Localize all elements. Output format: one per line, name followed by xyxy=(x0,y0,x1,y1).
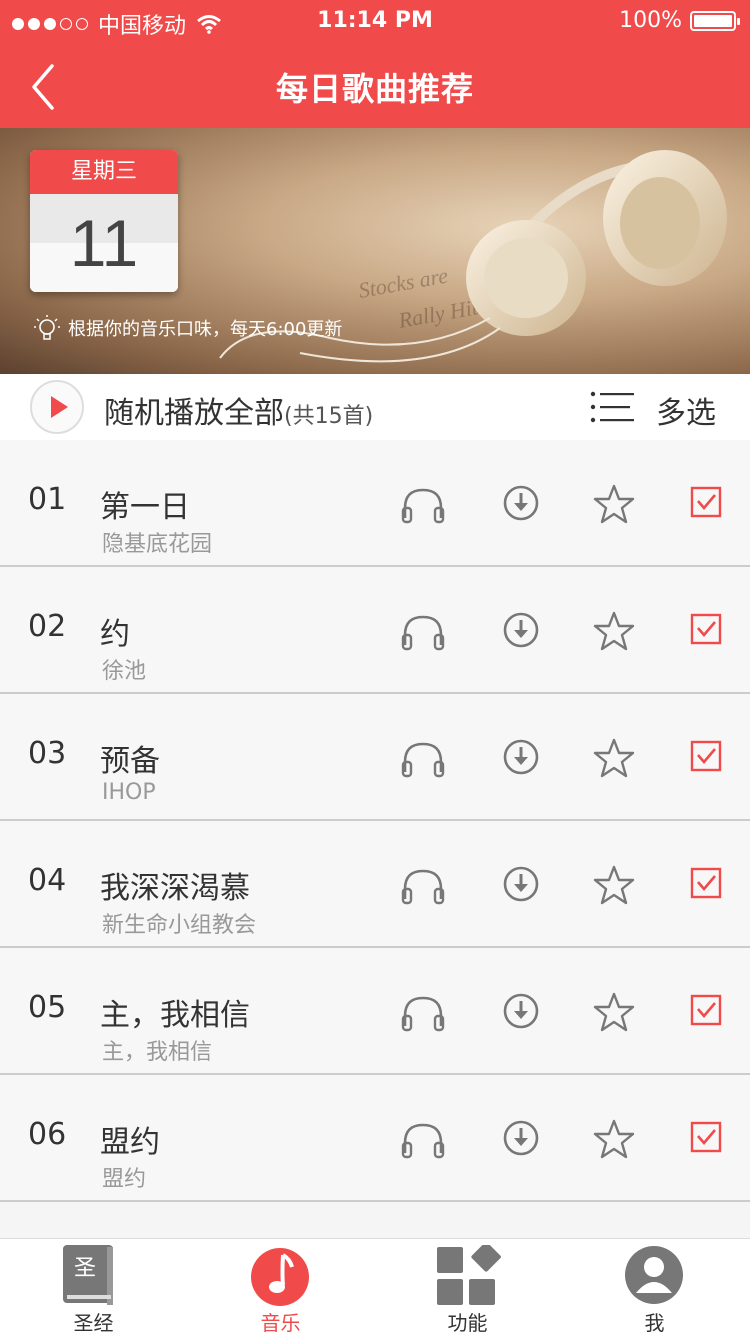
update-tip-text: 根据你的音乐口味，每天6:00更新 xyxy=(68,319,343,340)
calendar-badge: 星期三 11 xyxy=(30,150,178,292)
song-artist: IHOP xyxy=(102,780,156,805)
song-row[interactable]: 01 第一日隐基底花园 xyxy=(0,440,750,567)
song-artist: 隐基底花园 xyxy=(102,532,213,557)
star-icon[interactable] xyxy=(591,736,637,782)
headphones-icon[interactable] xyxy=(400,482,446,528)
download-icon[interactable] xyxy=(498,482,544,528)
tab-features[interactable]: 功能 xyxy=(374,1239,561,1334)
song-title: 约 xyxy=(100,617,130,652)
tab-bible[interactable]: 圣 圣经 xyxy=(0,1239,187,1334)
song-title: 第一日 xyxy=(100,490,190,525)
list-icon[interactable] xyxy=(590,390,634,424)
page-title: 每日歌曲推荐 xyxy=(275,70,474,108)
checkbox-icon[interactable] xyxy=(684,609,730,655)
song-number: 06 xyxy=(28,1117,67,1152)
tab-bible-label: 圣经 xyxy=(73,1311,114,1334)
song-number: 02 xyxy=(28,609,67,644)
star-icon[interactable] xyxy=(591,863,637,909)
tab-music-label: 音乐 xyxy=(260,1311,301,1334)
play-icon xyxy=(51,396,68,418)
calendar-day: 11 xyxy=(30,194,178,292)
status-bar: 中国移动 11:14 PM 100% xyxy=(0,6,750,39)
song-number: 04 xyxy=(28,863,67,898)
song-count: (共15首) xyxy=(284,404,374,429)
battery-percent: 100% xyxy=(619,8,682,33)
checkbox-icon[interactable] xyxy=(684,863,730,909)
song-row[interactable]: 03 预备 IHOP xyxy=(0,694,750,821)
star-icon[interactable] xyxy=(591,990,637,1036)
star-icon[interactable] xyxy=(591,482,637,528)
song-title: 盟约 xyxy=(100,1125,160,1160)
header: 中国移动 11:14 PM 100% 每日歌曲推荐 xyxy=(0,0,750,128)
tab-me[interactable]: 我 xyxy=(561,1239,748,1334)
song-artist: 徐池 xyxy=(102,659,147,684)
headphones-icon[interactable] xyxy=(400,990,446,1036)
headphones-icon[interactable] xyxy=(400,863,446,909)
song-artist: 盟约 xyxy=(102,1167,147,1192)
download-icon[interactable] xyxy=(498,736,544,782)
checkbox-icon[interactable] xyxy=(684,1117,730,1163)
song-number: 05 xyxy=(28,990,67,1025)
tab-me-label: 我 xyxy=(644,1311,665,1334)
update-tip: 根据你的音乐口味，每天6:00更新 xyxy=(34,314,342,342)
headphones-icon[interactable] xyxy=(400,1117,446,1163)
tab-music[interactable]: 音乐 xyxy=(187,1239,374,1334)
bible-icon: 圣 xyxy=(63,1245,113,1305)
svg-text:Stocks are: Stocks are xyxy=(357,263,450,303)
song-list: 01 第一日隐基底花园 02 约徐池 03 预备 IHOP 04 我深深渴慕新生命小组教会 05 主… xyxy=(0,440,750,1202)
checkbox-icon[interactable] xyxy=(684,482,730,528)
download-icon[interactable] xyxy=(498,990,544,1036)
play-all-button[interactable] xyxy=(30,380,84,434)
play-all-label[interactable]: 随机播放全部(共15首) xyxy=(104,388,373,432)
multi-select-button[interactable]: 多选 xyxy=(656,388,716,432)
song-number: 01 xyxy=(28,482,67,517)
song-row[interactable]: 06 盟约 盟约 xyxy=(0,1075,750,1202)
song-row[interactable]: 04 我深深渴慕新生命小组教会 xyxy=(0,821,750,948)
song-number: 03 xyxy=(28,736,67,771)
star-icon[interactable] xyxy=(591,609,637,655)
action-bar: 随机播放全部(共15首) 多选 xyxy=(0,374,750,440)
headphones-icon[interactable] xyxy=(400,736,446,782)
song-title: 主，我相信 xyxy=(100,998,250,1033)
tab-features-label: 功能 xyxy=(447,1311,488,1334)
download-icon[interactable] xyxy=(498,609,544,655)
song-artist: 主，我相信 xyxy=(102,1040,213,1065)
song-artist: 新生命小组教会 xyxy=(102,913,257,938)
user-icon xyxy=(625,1246,683,1304)
battery-icon xyxy=(690,10,740,31)
song-row[interactable]: 05 主，我相信 主，我相信 xyxy=(0,948,750,1075)
calendar-weekday: 星期三 xyxy=(30,150,178,194)
song-row[interactable]: 02 约徐池 xyxy=(0,567,750,694)
song-title: 我深深渴慕 xyxy=(100,871,250,906)
checkbox-icon[interactable] xyxy=(684,736,730,782)
headphones-icon[interactable] xyxy=(400,609,446,655)
banner: Stocks are Rally Hits 星期三 11 根据你的音乐口味，每天… xyxy=(0,128,750,374)
download-icon[interactable] xyxy=(498,1117,544,1163)
grid-icon xyxy=(437,1245,501,1305)
tab-bar: 圣 圣经 音乐 功能 我 xyxy=(0,1238,750,1334)
star-icon[interactable] xyxy=(591,1117,637,1163)
music-note-icon xyxy=(251,1248,309,1306)
checkbox-icon[interactable] xyxy=(684,990,730,1036)
download-icon[interactable] xyxy=(498,863,544,909)
lightbulb-icon xyxy=(34,315,60,340)
song-title: 预备 xyxy=(100,744,160,779)
bible-icon-char: 圣 xyxy=(74,1256,96,1281)
